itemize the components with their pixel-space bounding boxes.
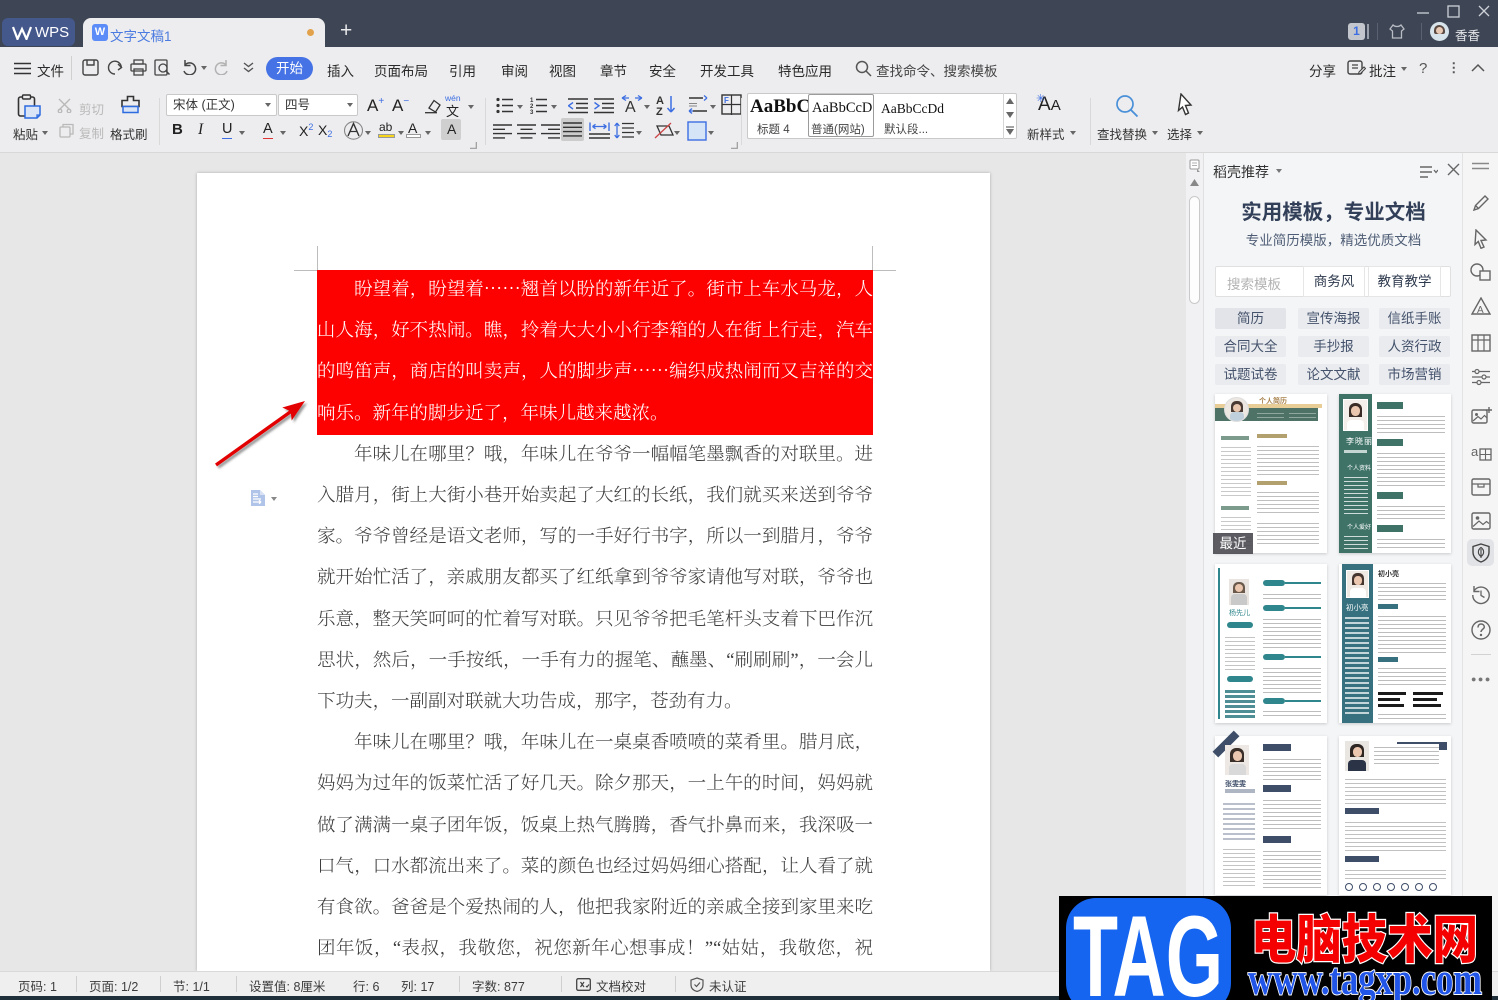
svg-text:www.tagxp.com: www.tagxp.com xyxy=(1248,953,1482,1000)
svg-text:A: A xyxy=(625,99,636,115)
svg-text:F: F xyxy=(724,96,729,105)
svg-text:TAG: TAG xyxy=(1073,896,1223,1000)
svg-text:3: 3 xyxy=(530,110,534,114)
svg-text:Z: Z xyxy=(656,106,663,116)
svg-text:a: a xyxy=(1471,444,1479,459)
svg-text:A: A xyxy=(1477,305,1484,316)
